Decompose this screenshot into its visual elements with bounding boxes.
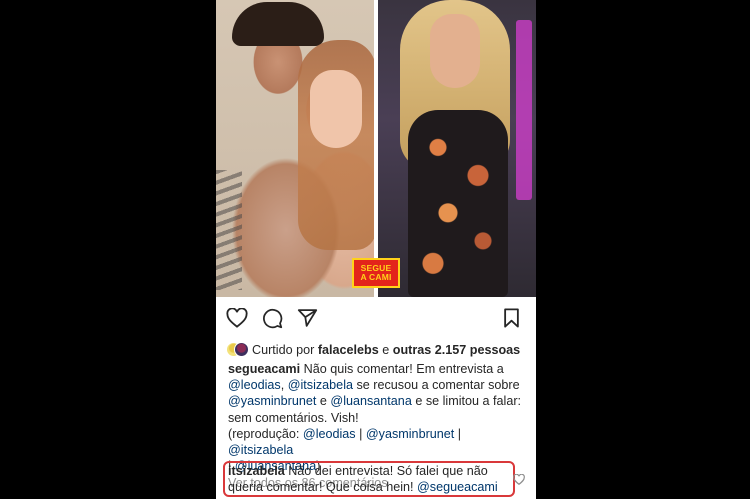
comment-bubble-icon[interactable] — [259, 305, 285, 331]
mention-itsizabela[interactable]: @itsizabela — [288, 378, 353, 392]
likes-summary[interactable]: Curtido por falacelebs e outras 2.157 pe… — [216, 341, 536, 359]
comment-author[interactable]: itsizabela — [228, 464, 285, 478]
mention-luansantana[interactable]: @luansantana — [330, 394, 411, 408]
likes-count[interactable]: outras 2.157 pessoas — [393, 343, 520, 357]
caption-author[interactable]: segueacami — [228, 362, 300, 376]
liker-username[interactable]: falacelebs — [318, 343, 379, 357]
avatar — [234, 342, 249, 357]
photo-couple — [216, 0, 374, 297]
post-image-collage[interactable]: SEGUE A CAMI — [216, 0, 536, 297]
credit-leodias[interactable]: @leodias — [303, 427, 356, 441]
paper-plane-icon[interactable] — [294, 305, 320, 331]
highlighted-comment: itsizabela Não dei entrevista! Só falei … — [228, 463, 513, 495]
segue-a-cami-logo: SEGUE A CAMI — [352, 258, 400, 288]
comment-mention-segueacami[interactable]: @segueacami — [417, 480, 498, 494]
credit-itsizabela[interactable]: @itsizabela — [228, 443, 293, 457]
post-actions-bar — [216, 297, 536, 339]
liker-avatars — [226, 342, 249, 358]
comment-like-heart-icon[interactable] — [513, 472, 525, 486]
instagram-post: SEGUE A CAMI Curtido por falacelebs e ou… — [216, 0, 536, 499]
credit-yasminbrunet[interactable]: @yasminbrunet — [366, 427, 454, 441]
bookmark-icon[interactable] — [498, 305, 524, 331]
heart-icon[interactable] — [224, 305, 250, 331]
likes-text: Curtido por falacelebs e outras 2.157 pe… — [252, 343, 521, 357]
post-caption: segueacami Não quis comentar! Em entrevi… — [228, 362, 522, 474]
mention-leodias[interactable]: @leodias — [228, 378, 281, 392]
mention-yasminbrunet[interactable]: @yasminbrunet — [228, 394, 316, 408]
photo-woman-dress — [378, 0, 536, 297]
